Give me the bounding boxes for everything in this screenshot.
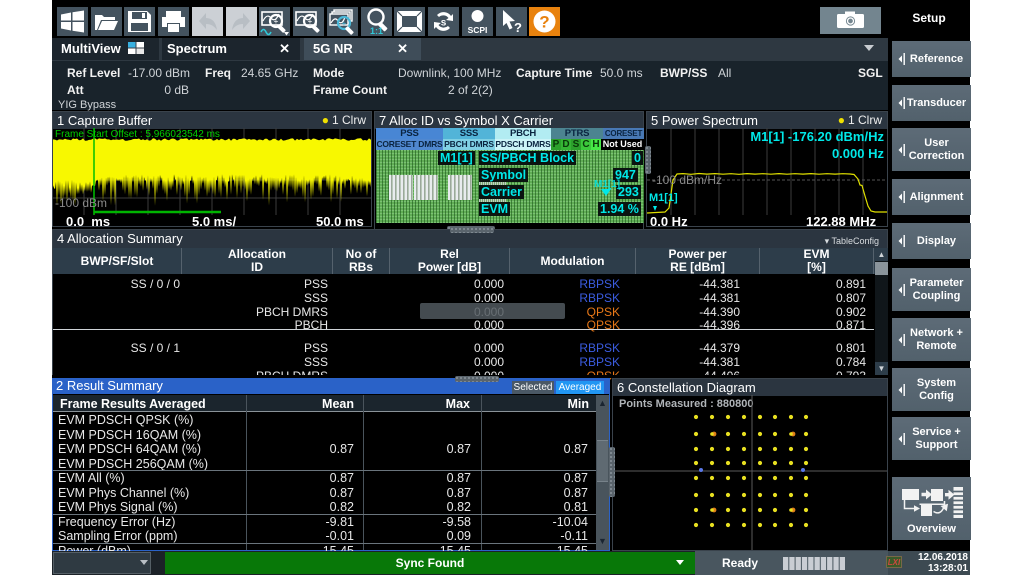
svg-text:-100 dBm/Hz: -100 dBm/Hz <box>652 173 722 187</box>
svg-text:-100 dBm: -100 dBm <box>55 196 107 210</box>
svg-text:M1[1]: M1[1] <box>649 192 678 204</box>
svg-text:+: + <box>342 19 347 28</box>
svg-text:?: ? <box>539 13 549 32</box>
svg-text:+: + <box>274 17 279 26</box>
svg-text:1:1: 1:1 <box>370 26 383 36</box>
svg-text:+: + <box>308 17 313 26</box>
svg-text:s: s <box>441 18 447 29</box>
svg-text:?: ? <box>514 20 522 35</box>
svg-text:SCPI: SCPI <box>468 25 488 35</box>
svg-text:Frame Start Offset : 5.9660235: Frame Start Offset : 5.966023542 ms <box>55 129 220 140</box>
